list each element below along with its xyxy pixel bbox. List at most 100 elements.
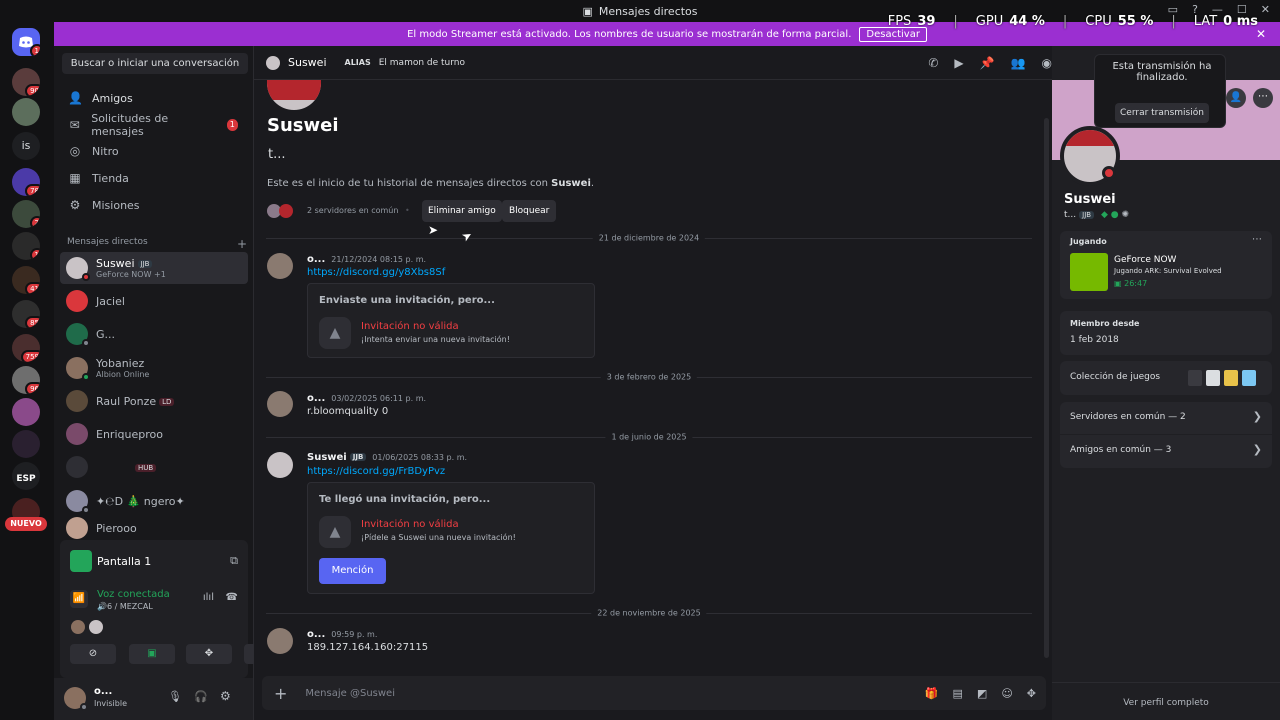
nav-shop[interactable]: ▦ Tienda bbox=[62, 165, 248, 191]
chevron-right-icon[interactable]: ❯ bbox=[1253, 410, 1262, 423]
block-button[interactable]: Bloquear bbox=[502, 200, 557, 222]
settings-gear-icon[interactable]: ⚙ bbox=[220, 689, 231, 703]
user-profile-icon[interactable]: ◉ bbox=[1042, 56, 1052, 70]
dm-item[interactable]: Raul Ponze LD bbox=[60, 385, 248, 417]
server-icon[interactable]: 90 bbox=[12, 68, 40, 96]
disconnect-icon[interactable]: ☎ bbox=[226, 592, 238, 603]
scrollbar[interactable] bbox=[1044, 118, 1049, 658]
add-dm-icon[interactable]: + bbox=[237, 237, 247, 251]
camera-off-button[interactable]: ⊘ bbox=[70, 644, 116, 664]
activity-more-icon[interactable]: ⋯ bbox=[1252, 234, 1262, 245]
close-stream-button[interactable]: Cerrar transmisión bbox=[1115, 103, 1209, 123]
new-badge[interactable]: NUEVO bbox=[5, 517, 47, 531]
server-icon[interactable]: ESP bbox=[12, 462, 40, 490]
attach-plus-icon[interactable]: + bbox=[274, 684, 287, 703]
dm-item[interactable]: Yobaniez Albion Online bbox=[60, 352, 248, 384]
avatar[interactable] bbox=[267, 628, 293, 654]
apps-icon[interactable]: ✥ bbox=[1027, 687, 1036, 700]
avatar[interactable] bbox=[267, 253, 293, 279]
message-input[interactable]: Mensaje @Suswei bbox=[305, 688, 395, 699]
remove-friend-button[interactable]: Eliminar amigo bbox=[422, 200, 502, 222]
banner-close-icon[interactable]: ✕ bbox=[1256, 27, 1266, 41]
mutual-servers[interactable]: 2 servidores en común bbox=[307, 206, 398, 215]
message-author[interactable]: Suswei JJB 01/06/2025 08:33 p. m. bbox=[307, 452, 467, 463]
server-icon[interactable]: 96 bbox=[12, 366, 40, 394]
message-link[interactable]: https://discord.gg/FrBDyPvz bbox=[307, 466, 445, 477]
nav-nitro[interactable]: ◎ Nitro bbox=[62, 138, 248, 164]
voice-call-icon[interactable]: ✆ bbox=[928, 56, 938, 70]
server-icon[interactable]: 85 bbox=[12, 300, 40, 328]
server-label: ESP bbox=[16, 474, 36, 484]
view-full-profile-link[interactable]: Ver perfil completo bbox=[1052, 698, 1280, 708]
close-icon[interactable]: ✕ bbox=[1261, 3, 1270, 16]
screen-label: Pantalla 1 bbox=[97, 555, 152, 568]
dm-item[interactable]: ✦℮D 🎄 ngero✦ bbox=[60, 485, 248, 517]
performance-overlay: FPS 39 | GPU 44 % | CPU 55 % | LAT 0 ms bbox=[887, 14, 1258, 29]
gpu-label: GPU bbox=[975, 14, 1004, 29]
sticker-icon[interactable]: ◩ bbox=[977, 687, 987, 700]
nav-quests[interactable]: ⚙ Misiones bbox=[62, 192, 248, 218]
more-options-icon[interactable]: ⋯ bbox=[1253, 88, 1273, 108]
nav-friends[interactable]: 👤 Amigos bbox=[62, 85, 248, 111]
home-button[interactable]: 1 bbox=[12, 28, 40, 56]
avatar bbox=[266, 55, 280, 70]
server-label: is bbox=[21, 139, 31, 152]
dm-item[interactable]: Jaciel bbox=[60, 285, 248, 317]
user-status: Invisible bbox=[94, 699, 127, 708]
add-friends-icon[interactable]: 👥 bbox=[1011, 56, 1026, 70]
nav-message-requests[interactable]: ✉ Solicitudes de mensajes 1 bbox=[62, 112, 248, 138]
message-link[interactable]: https://discord.gg/y8Xbs8Sf bbox=[307, 267, 445, 278]
microphone-icon[interactable]: 🎙 bbox=[168, 690, 182, 703]
avatar[interactable] bbox=[267, 391, 293, 417]
dm-name: Suswei bbox=[96, 257, 135, 270]
video-call-icon[interactable]: ▶ bbox=[954, 56, 963, 70]
badge-icon[interactable]: ● bbox=[1111, 210, 1119, 220]
game-icon bbox=[1188, 370, 1202, 386]
server-icon[interactable]: 41 bbox=[12, 266, 40, 294]
activities-button[interactable]: ✥ bbox=[186, 644, 232, 664]
server-icon[interactable] bbox=[12, 430, 40, 458]
server-icon[interactable]: is bbox=[12, 132, 40, 160]
dm-item[interactable]: G... bbox=[60, 318, 248, 350]
gift-icon[interactable]: 🎁 bbox=[925, 687, 939, 700]
badge-icon[interactable]: ✺ bbox=[1121, 210, 1129, 220]
headphones-icon[interactable]: 🎧 bbox=[194, 690, 208, 703]
message-author[interactable]: o... 09:59 p. m. bbox=[307, 629, 377, 640]
emoji-icon[interactable]: ☺ bbox=[1001, 687, 1012, 700]
message-composer[interactable]: + Mensaje @Suswei 🎁 ▤ ◩ ☺ ✥ bbox=[262, 676, 1046, 710]
message-author[interactable]: o... 03/02/2025 06:11 p. m. bbox=[307, 393, 426, 404]
mention-button[interactable]: Mención bbox=[319, 558, 386, 584]
server-icon[interactable] bbox=[12, 398, 40, 426]
server-icon[interactable]: 759 bbox=[12, 334, 40, 362]
gif-icon[interactable]: ▤ bbox=[953, 687, 963, 700]
game-collection-card[interactable]: Colección de juegos bbox=[1060, 361, 1272, 395]
voice-participant-avatar[interactable] bbox=[71, 620, 85, 634]
rail-badge: 41 bbox=[25, 282, 40, 294]
mutual-servers-link[interactable]: Servidores en común — 2 bbox=[1070, 412, 1186, 422]
mutual-friends-link[interactable]: Amigos en común — 3 bbox=[1070, 445, 1171, 455]
avatar[interactable] bbox=[64, 687, 88, 711]
pin-icon[interactable]: 📌 bbox=[980, 56, 995, 70]
dm-item[interactable]: Suswei JJB GeForce NOW +1 bbox=[60, 252, 248, 284]
message-author[interactable]: o... 21/12/2024 08:15 p. m. bbox=[307, 254, 426, 265]
dm-activity: GeForce NOW +1 bbox=[96, 270, 166, 279]
dm-item[interactable]: HUB bbox=[60, 451, 248, 483]
noise-icon[interactable]: ılıl bbox=[203, 592, 214, 603]
signal-icon[interactable]: 📶 bbox=[70, 590, 88, 608]
server-icon[interactable]: 1 bbox=[12, 232, 40, 260]
chevron-right-icon[interactable]: ❯ bbox=[1253, 443, 1262, 456]
avatar bbox=[66, 357, 90, 381]
popout-icon[interactable]: ⧉ bbox=[230, 554, 238, 568]
badge-icon[interactable]: ◆ bbox=[1101, 210, 1108, 220]
server-icon[interactable]: 78 bbox=[12, 168, 40, 196]
voice-channel[interactable]: 🔊6 / MEZCAL bbox=[97, 602, 153, 611]
dm-item[interactable]: Pierooo bbox=[60, 516, 248, 540]
voice-participant-avatar[interactable] bbox=[89, 620, 103, 634]
dm-item[interactable]: Enriqueproo bbox=[60, 418, 248, 450]
avatar[interactable] bbox=[267, 452, 293, 478]
screen-share-button[interactable]: ▣ bbox=[129, 644, 175, 664]
server-icon[interactable]: 2 bbox=[12, 200, 40, 228]
search-conversation-button[interactable]: Buscar o iniciar una conversación bbox=[62, 53, 248, 74]
server-icon[interactable] bbox=[12, 98, 40, 126]
add-friend-icon[interactable]: 👤 bbox=[1226, 88, 1246, 108]
